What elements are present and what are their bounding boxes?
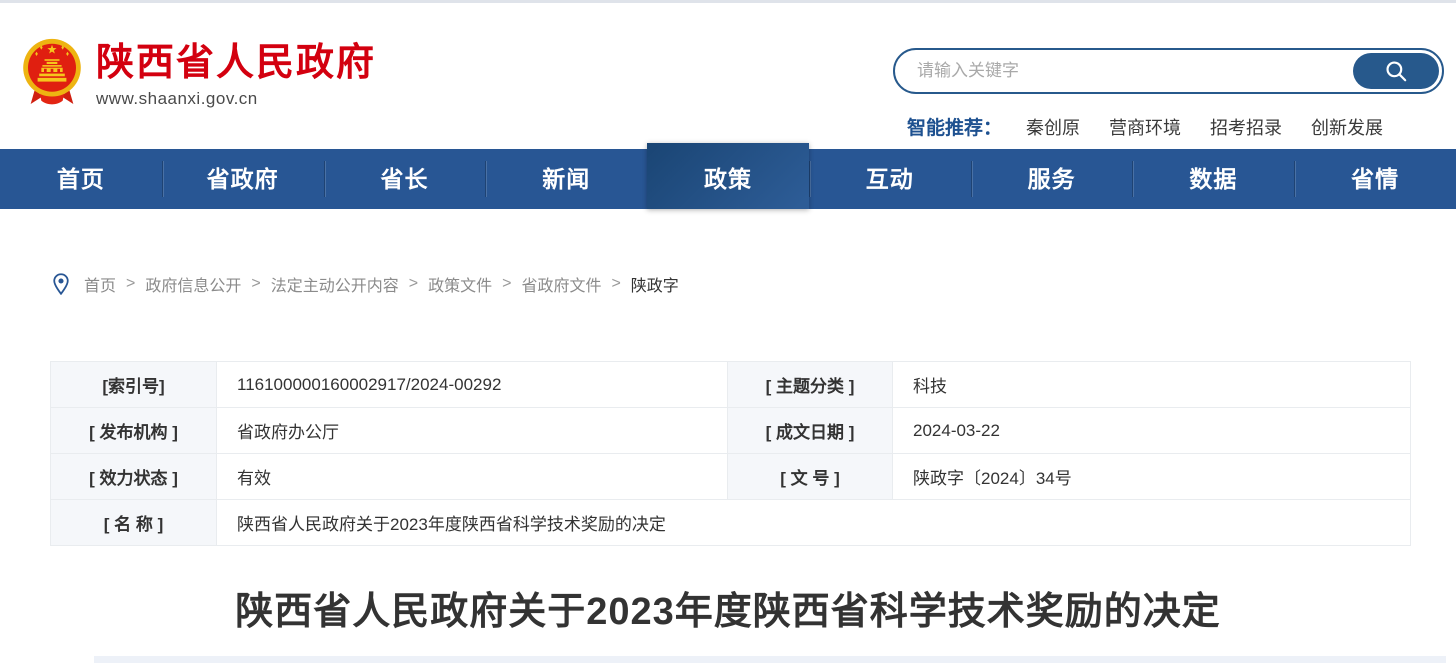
national-emblem-icon — [20, 36, 84, 108]
smart-recommend-link-qinchuangyuan[interactable]: 秦创原 — [1026, 114, 1080, 140]
site-name: 陕西省人民政府 — [96, 44, 376, 84]
magnifier-icon — [1383, 58, 1409, 84]
article-title: 陕西省人民政府关于2023年度陕西省科学技术奖励的决定 — [0, 580, 1456, 635]
doc-info-value-issuing-agency: 省政府办公厅 — [217, 408, 728, 454]
doc-info-value-topic-category: 科技 — [893, 362, 1411, 408]
breadcrumb-item-statutory-disclosure[interactable]: 法定主动公开内容 — [271, 272, 399, 296]
search-area: 智能推荐： 秦创原 营商环境 招考招录 创新发展 — [893, 48, 1444, 140]
smart-recommend-label: 智能推荐： — [907, 113, 1002, 140]
table-row: [ 效力状态 ] 有效 [ 文 号 ] 陕政字〔2024〕34号 — [51, 454, 1411, 500]
breadcrumb-item-home[interactable]: 首页 — [84, 272, 116, 296]
doc-info-label-index-number: [索引号] — [51, 362, 217, 408]
table-row: [索引号] 116100000160002917/2024-00292 [ 主题… — [51, 362, 1411, 408]
search-input[interactable] — [917, 52, 1297, 90]
doc-info-value-document-number: 陕政字〔2024〕34号 — [893, 454, 1411, 500]
smart-recommend-link-innovation[interactable]: 创新发展 — [1311, 114, 1383, 140]
breadcrumb: 首页 > 政府信息公开 > 法定主动公开内容 > 政策文件 > 省政府文件 > … — [52, 272, 1456, 296]
breadcrumb-item-policy-documents[interactable]: 政策文件 — [428, 272, 492, 296]
doc-info-value-title: 陕西省人民政府关于2023年度陕西省科学技术奖励的决定 — [217, 500, 1411, 546]
site-header: 陕西省人民政府 www.shaanxi.gov.cn 智能推荐： 秦创原 营商环… — [0, 3, 1456, 149]
site-url: www.shaanxi.gov.cn — [96, 89, 376, 109]
doc-info-label-topic-category: [ 主题分类 ] — [728, 362, 893, 408]
nav-item-interaction[interactable]: 互动 — [809, 149, 971, 209]
doc-info-label-title: [ 名 称 ] — [51, 500, 217, 546]
nav-item-home[interactable]: 首页 — [0, 149, 162, 209]
breadcrumb-item-provincial-gov-documents[interactable]: 省政府文件 — [521, 272, 601, 296]
breadcrumb-item-current: 陕政字 — [631, 272, 679, 296]
doc-info-label-document-number: [ 文 号 ] — [728, 454, 893, 500]
site-logo[interactable]: 陕西省人民政府 www.shaanxi.gov.cn — [20, 36, 376, 109]
main-nav: 首页 省政府 省长 新闻 政策 互动 服务 数据 省情 — [0, 149, 1456, 209]
search-box — [893, 48, 1444, 94]
nav-item-services[interactable]: 服务 — [971, 149, 1133, 209]
location-pin-icon — [52, 273, 70, 295]
site-title-block: 陕西省人民政府 www.shaanxi.gov.cn — [96, 36, 376, 109]
breadcrumb-separator: > — [251, 275, 260, 293]
nav-item-governor[interactable]: 省长 — [324, 149, 486, 209]
nav-item-news[interactable]: 新闻 — [485, 149, 647, 209]
breadcrumb-separator: > — [611, 275, 620, 293]
breadcrumb-separator: > — [409, 275, 418, 293]
breadcrumb-separator: > — [502, 275, 511, 293]
table-row: [ 名 称 ] 陕西省人民政府关于2023年度陕西省科学技术奖励的决定 — [51, 500, 1411, 546]
smart-recommend-link-recruitment[interactable]: 招考招录 — [1210, 114, 1282, 140]
smart-recommend-bar: 智能推荐： 秦创原 营商环境 招考招录 创新发展 — [893, 113, 1444, 140]
doc-info-label-validity-status: [ 效力状态 ] — [51, 454, 217, 500]
smart-recommend-link-business-env[interactable]: 营商环境 — [1109, 114, 1181, 140]
next-section-edge — [94, 656, 1446, 663]
nav-item-province-overview[interactable]: 省情 — [1294, 149, 1456, 209]
nav-item-provincial-government[interactable]: 省政府 — [162, 149, 324, 209]
breadcrumb-separator: > — [126, 275, 135, 293]
search-button[interactable] — [1353, 53, 1439, 89]
table-row: [ 发布机构 ] 省政府办公厅 [ 成文日期 ] 2024-03-22 — [51, 408, 1411, 454]
nav-item-policy[interactable]: 政策 — [647, 143, 809, 209]
doc-info-value-validity-status: 有效 — [217, 454, 728, 500]
doc-info-value-issue-date: 2024-03-22 — [893, 408, 1411, 454]
document-info-table: [索引号] 116100000160002917/2024-00292 [ 主题… — [50, 361, 1411, 546]
nav-item-data[interactable]: 数据 — [1132, 149, 1294, 209]
doc-info-label-issue-date: [ 成文日期 ] — [728, 408, 893, 454]
doc-info-value-index-number: 116100000160002917/2024-00292 — [217, 362, 728, 408]
doc-info-label-issuing-agency: [ 发布机构 ] — [51, 408, 217, 454]
breadcrumb-item-info-disclosure[interactable]: 政府信息公开 — [145, 272, 241, 296]
